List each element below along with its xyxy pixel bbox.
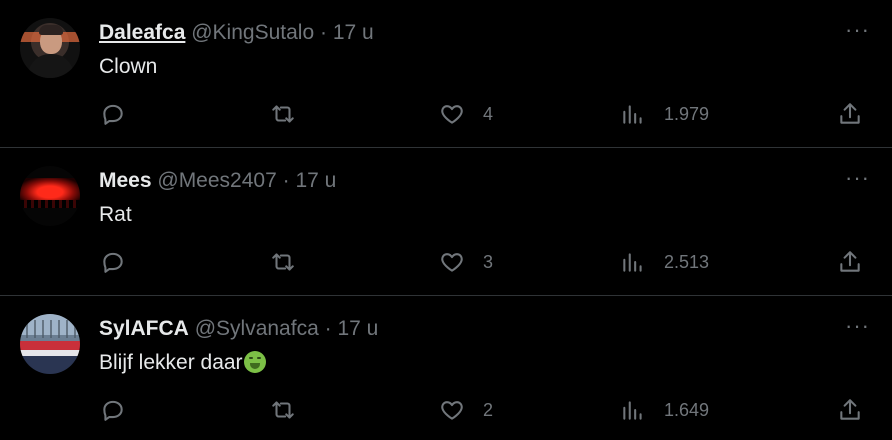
reply-icon: [103, 252, 123, 273]
display-name[interactable]: Daleafca: [99, 21, 185, 44]
retweet-icon: [272, 105, 294, 123]
like-count: 4: [483, 103, 494, 124]
handle[interactable]: @Sylvanafca: [195, 317, 319, 340]
share-button[interactable]: [837, 98, 863, 130]
retweet-icon: [272, 401, 294, 419]
heart-icon: [441, 253, 463, 272]
more-icon[interactable]: ···: [845, 315, 870, 337]
handle[interactable]: @KingSutalo: [191, 21, 314, 44]
like-count: 3: [483, 251, 494, 272]
timestamp[interactable]: 17 u: [295, 169, 336, 192]
like-button[interactable]: 2: [439, 394, 493, 426]
separator: ·: [324, 317, 332, 340]
nauseated-face-emoji: [243, 351, 266, 373]
separator: ·: [319, 21, 327, 44]
view-count: 1.979: [664, 103, 710, 124]
share-icon: [840, 251, 860, 272]
avatar[interactable]: [20, 18, 80, 78]
views-icon: [623, 105, 642, 124]
reply-button[interactable]: [100, 246, 126, 278]
like-count: 2: [483, 399, 494, 420]
share-icon: [840, 103, 860, 124]
share-button[interactable]: [837, 246, 863, 278]
tweet-text: Rat: [99, 203, 132, 226]
views-button[interactable]: 1.979: [620, 98, 709, 130]
reply-button[interactable]: [100, 394, 126, 426]
views-icon: [623, 401, 642, 420]
reply-icon: [103, 400, 123, 421]
tweet-header: Mees @Mees2407 · 17 u: [99, 168, 336, 194]
retweet-button[interactable]: [270, 98, 296, 130]
avatar[interactable]: [20, 314, 80, 374]
tweet-header: Daleafca @KingSutalo · 17 u: [99, 20, 374, 46]
share-icon: [840, 399, 860, 420]
view-count: 1.649: [664, 399, 710, 420]
like-button[interactable]: 4: [439, 98, 493, 130]
tweet-text: Clown: [99, 55, 158, 78]
separator: ·: [282, 169, 290, 192]
display-name[interactable]: Mees: [99, 169, 152, 192]
tweet[interactable]: Mees @Mees2407 · 17 u ··· Rat 3 2.513: [0, 148, 892, 296]
like-button[interactable]: 3: [439, 246, 493, 278]
more-icon[interactable]: ···: [845, 167, 870, 189]
avatar[interactable]: [20, 166, 80, 226]
handle[interactable]: @Mees2407: [157, 169, 276, 192]
views-icon: [623, 253, 642, 272]
retweet-icon: [272, 253, 294, 271]
retweet-button[interactable]: [270, 394, 296, 426]
heart-icon: [441, 401, 463, 420]
timestamp[interactable]: 17 u: [337, 317, 378, 340]
tweet-text-container: Blijf lekker daar: [99, 350, 266, 376]
reply-icon: [103, 104, 123, 125]
view-count: 2.513: [664, 251, 710, 272]
heart-icon: [441, 105, 463, 124]
tweet[interactable]: SylAFCA @Sylvanafca · 17 u ··· Blijf lek…: [0, 296, 892, 440]
tweet-text: Blijf lekker daar: [99, 351, 243, 374]
share-button[interactable]: [837, 394, 863, 426]
display-name[interactable]: SylAFCA: [99, 317, 189, 340]
reply-button[interactable]: [100, 98, 126, 130]
action-bar: 4 1.979: [0, 98, 892, 130]
retweet-button[interactable]: [270, 246, 296, 278]
tweet[interactable]: Daleafca @KingSutalo · 17 u ··· Clown 4 …: [0, 0, 892, 148]
action-bar: 3 2.513: [0, 246, 892, 278]
timestamp[interactable]: 17 u: [333, 21, 374, 44]
views-button[interactable]: 1.649: [620, 394, 709, 426]
more-icon[interactable]: ···: [845, 19, 870, 41]
views-button[interactable]: 2.513: [620, 246, 709, 278]
reply-feed: Daleafca @KingSutalo · 17 u ··· Clown 4 …: [0, 0, 892, 440]
action-bar: 2 1.649: [0, 394, 892, 426]
tweet-header: SylAFCA @Sylvanafca · 17 u: [99, 316, 378, 342]
